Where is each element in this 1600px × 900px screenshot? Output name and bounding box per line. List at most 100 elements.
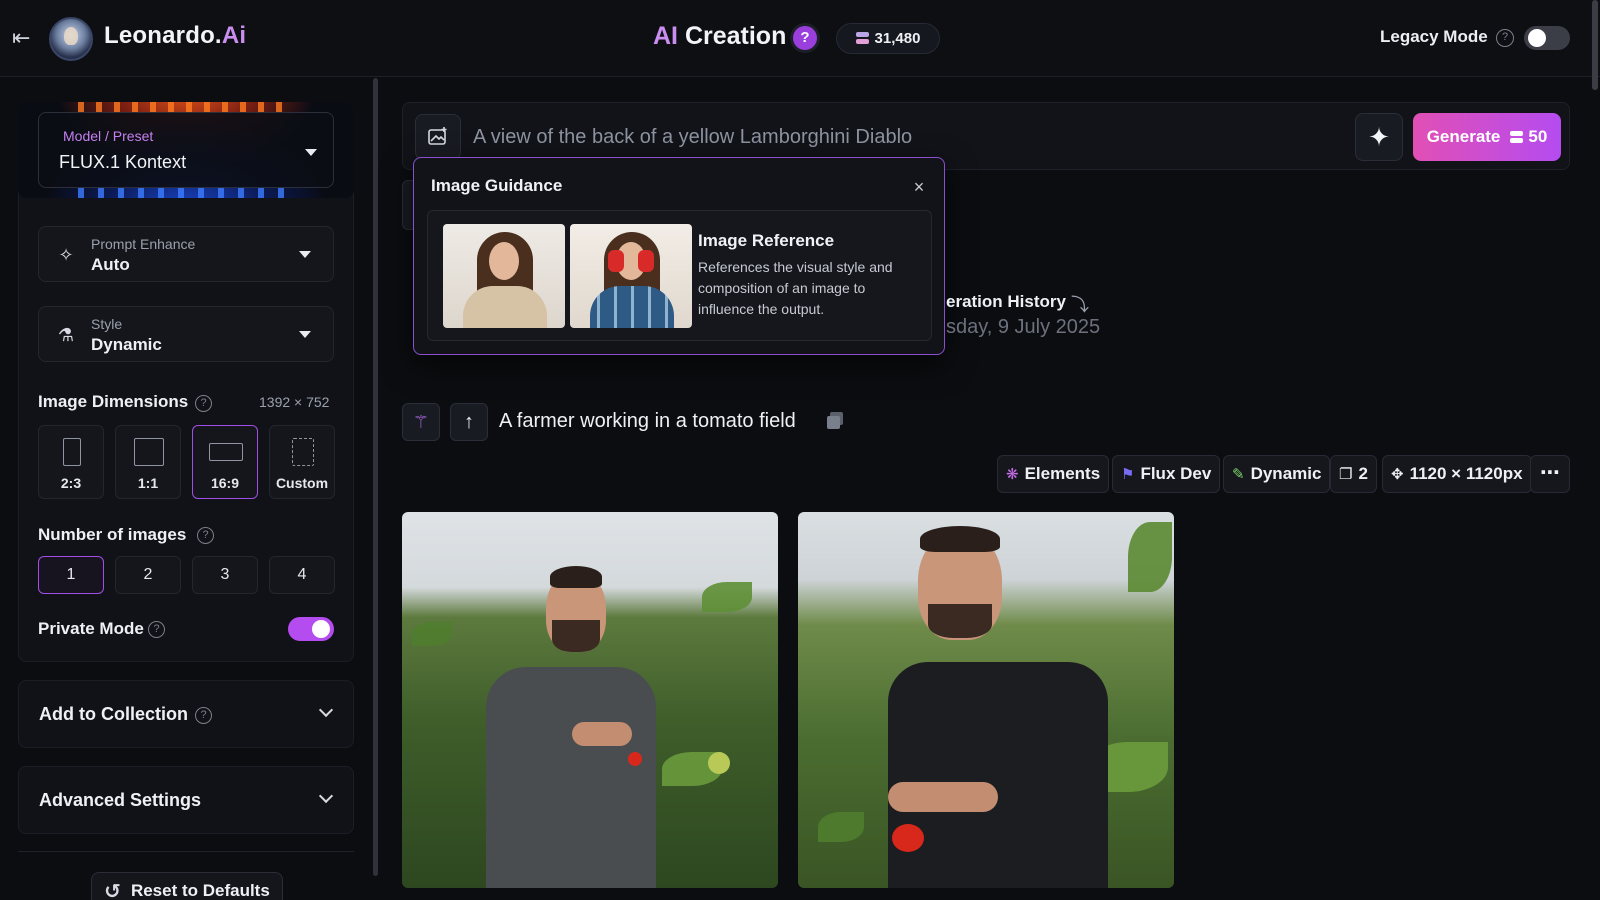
num-images-help-icon[interactable]: ? [197,527,214,544]
square-ratio-icon [134,438,164,466]
tag-label: 1120 × 1120px [1409,464,1523,483]
credits-value: 31,480 [874,30,921,47]
dimension-option-16-9[interactable]: 16:9 [192,425,258,499]
thumb-body [590,286,674,328]
collection-help-icon[interactable]: ? [195,707,212,724]
arrow-up-icon: ↑ [464,410,474,433]
tomato [628,752,642,766]
image-dimensions-label: Image Dimensions [38,392,189,411]
image-guidance-button[interactable] [415,114,461,160]
dimension-label: 2:3 [60,475,82,491]
add-to-collection-section[interactable]: Add to Collection ? [18,680,354,748]
generated-image-1[interactable] [402,512,778,888]
advanced-settings-label: Advanced Settings [39,790,202,810]
token-coin-icon [1510,130,1524,144]
prompt-input[interactable] [473,119,1343,155]
prompt-enhance-value: Auto [91,255,130,274]
image-reference-option[interactable]: Image Reference References the visual st… [427,210,932,341]
dimension-option-2-3[interactable]: 2:3 [38,425,104,499]
tag-resolution[interactable]: ✥ 1120 × 1120px [1382,455,1532,493]
private-mode-toggle[interactable] [288,617,334,641]
farmer-arm [888,782,998,812]
help-icon[interactable]: ? [790,23,820,53]
model-value: FLUX.1 Kontext [59,152,187,172]
num-images-option-4[interactable]: 4 [269,556,335,594]
generate-button[interactable]: Generate 50 [1413,113,1561,161]
leaf [412,622,452,646]
legacy-help-icon[interactable]: ? [1496,29,1514,47]
style-select[interactable]: ⚗ Style Dynamic [38,306,334,362]
history-date: sday, 9 July 2025 [946,316,1101,338]
resize-icon: ✥ [1391,466,1404,483]
history-sort-icon[interactable]: ⤵ [1071,291,1089,317]
generated-image-2[interactable] [798,512,1174,888]
back-arrow-icon[interactable]: ⇤ [12,24,40,52]
prompt-enhance-select[interactable]: ✧ Prompt Enhance Auto [38,226,334,282]
reset-to-defaults-button[interactable]: ↺ Reset to Defaults [91,872,283,900]
dimension-option-custom[interactable]: Custom [269,425,335,499]
tag-style[interactable]: ✎ Dynamic [1223,455,1331,493]
prompt-enhance-kicker: Prompt Enhance [91,236,196,252]
dimension-option-1-1[interactable]: 1:1 [115,425,181,499]
num-images-option-2[interactable]: 2 [115,556,181,594]
tag-label: 2 [1358,464,1368,483]
generation-prompt-text: A farmer working in a tomato field [499,410,796,432]
tag-elements[interactable]: ❋ Elements [997,455,1110,493]
tag-label: Dynamic [1250,464,1322,483]
generation-history-title: eration History [946,292,1066,311]
tag-label: Elements [1024,464,1101,483]
num-images-option-3[interactable]: 3 [192,556,258,594]
model-kicker: Model / Preset [63,128,154,144]
elements-icon: ❋ [1006,466,1019,483]
thumb-body [463,286,547,328]
page-scrollbar[interactable] [1592,0,1598,90]
prompt-sparkle-button[interactable]: ✦ [1355,113,1403,161]
model-preset-banner: Model / Preset FLUX.1 Kontext [18,102,354,198]
legacy-mode-toggle[interactable] [1524,26,1570,50]
farmer-beard [928,604,992,638]
brush-icon: ✎ [1232,466,1245,483]
images-icon: ❐ [1339,466,1353,483]
magic-wand-button[interactable]: ⚚ [402,403,440,441]
more-options-button[interactable]: ⋯ [1530,455,1570,493]
flask-icon: ⚗ [57,325,75,345]
add-to-collection-label: Add to Collection [39,704,188,724]
reset-label: Reset to Defaults [130,881,270,900]
private-mode-label: Private Mode [38,619,144,638]
leaf [702,582,752,612]
generate-cost: 50 [1510,127,1547,147]
image-icon [428,127,447,145]
credits-badge[interactable]: 31,480 [836,23,940,54]
image-reference-title: Image Reference [698,231,835,250]
leonardo-logo-avatar[interactable] [49,17,93,61]
advanced-settings-section[interactable]: Advanced Settings [18,766,354,834]
farmer-beard [552,620,600,652]
caret-down-icon [299,331,311,338]
legacy-mode-label: Legacy Mode [1380,27,1488,46]
close-icon[interactable]: × [910,178,928,196]
landscape-ratio-icon [209,443,243,461]
generate-label: Generate [1426,127,1501,146]
tag-image-count[interactable]: ❐ 2 [1330,455,1377,493]
style-kicker: Style [91,316,123,332]
sidebar-scrollbar[interactable] [373,78,378,876]
image-guidance-title: Image Guidance [431,176,563,195]
farmer-hair [920,526,1000,552]
thumb-face [489,242,519,280]
model-preset-selector[interactable]: Model / Preset FLUX.1 Kontext [38,112,334,188]
leaf [1128,522,1172,592]
headphones-left [608,250,624,272]
copy-icon[interactable] [827,412,845,430]
reuse-prompt-button[interactable]: ↑ [450,403,488,441]
chevron-down-icon [318,702,334,718]
image-dimensions-value: 1392 × 752 [259,394,330,410]
dimensions-help-icon[interactable]: ? [195,395,212,412]
image-guidance-popover: Image Guidance × Image Reference Referen… [413,157,945,355]
tag-model[interactable]: ⚑ Flux Dev [1112,455,1221,493]
page-title-ai: AI [653,22,678,50]
brand-suffix: Ai [221,22,247,49]
number-of-images-label: Number of images [38,525,187,544]
caret-down-icon [305,149,317,156]
num-images-option-1[interactable]: 1 [38,556,104,594]
private-mode-help-icon[interactable]: ? [148,621,165,638]
